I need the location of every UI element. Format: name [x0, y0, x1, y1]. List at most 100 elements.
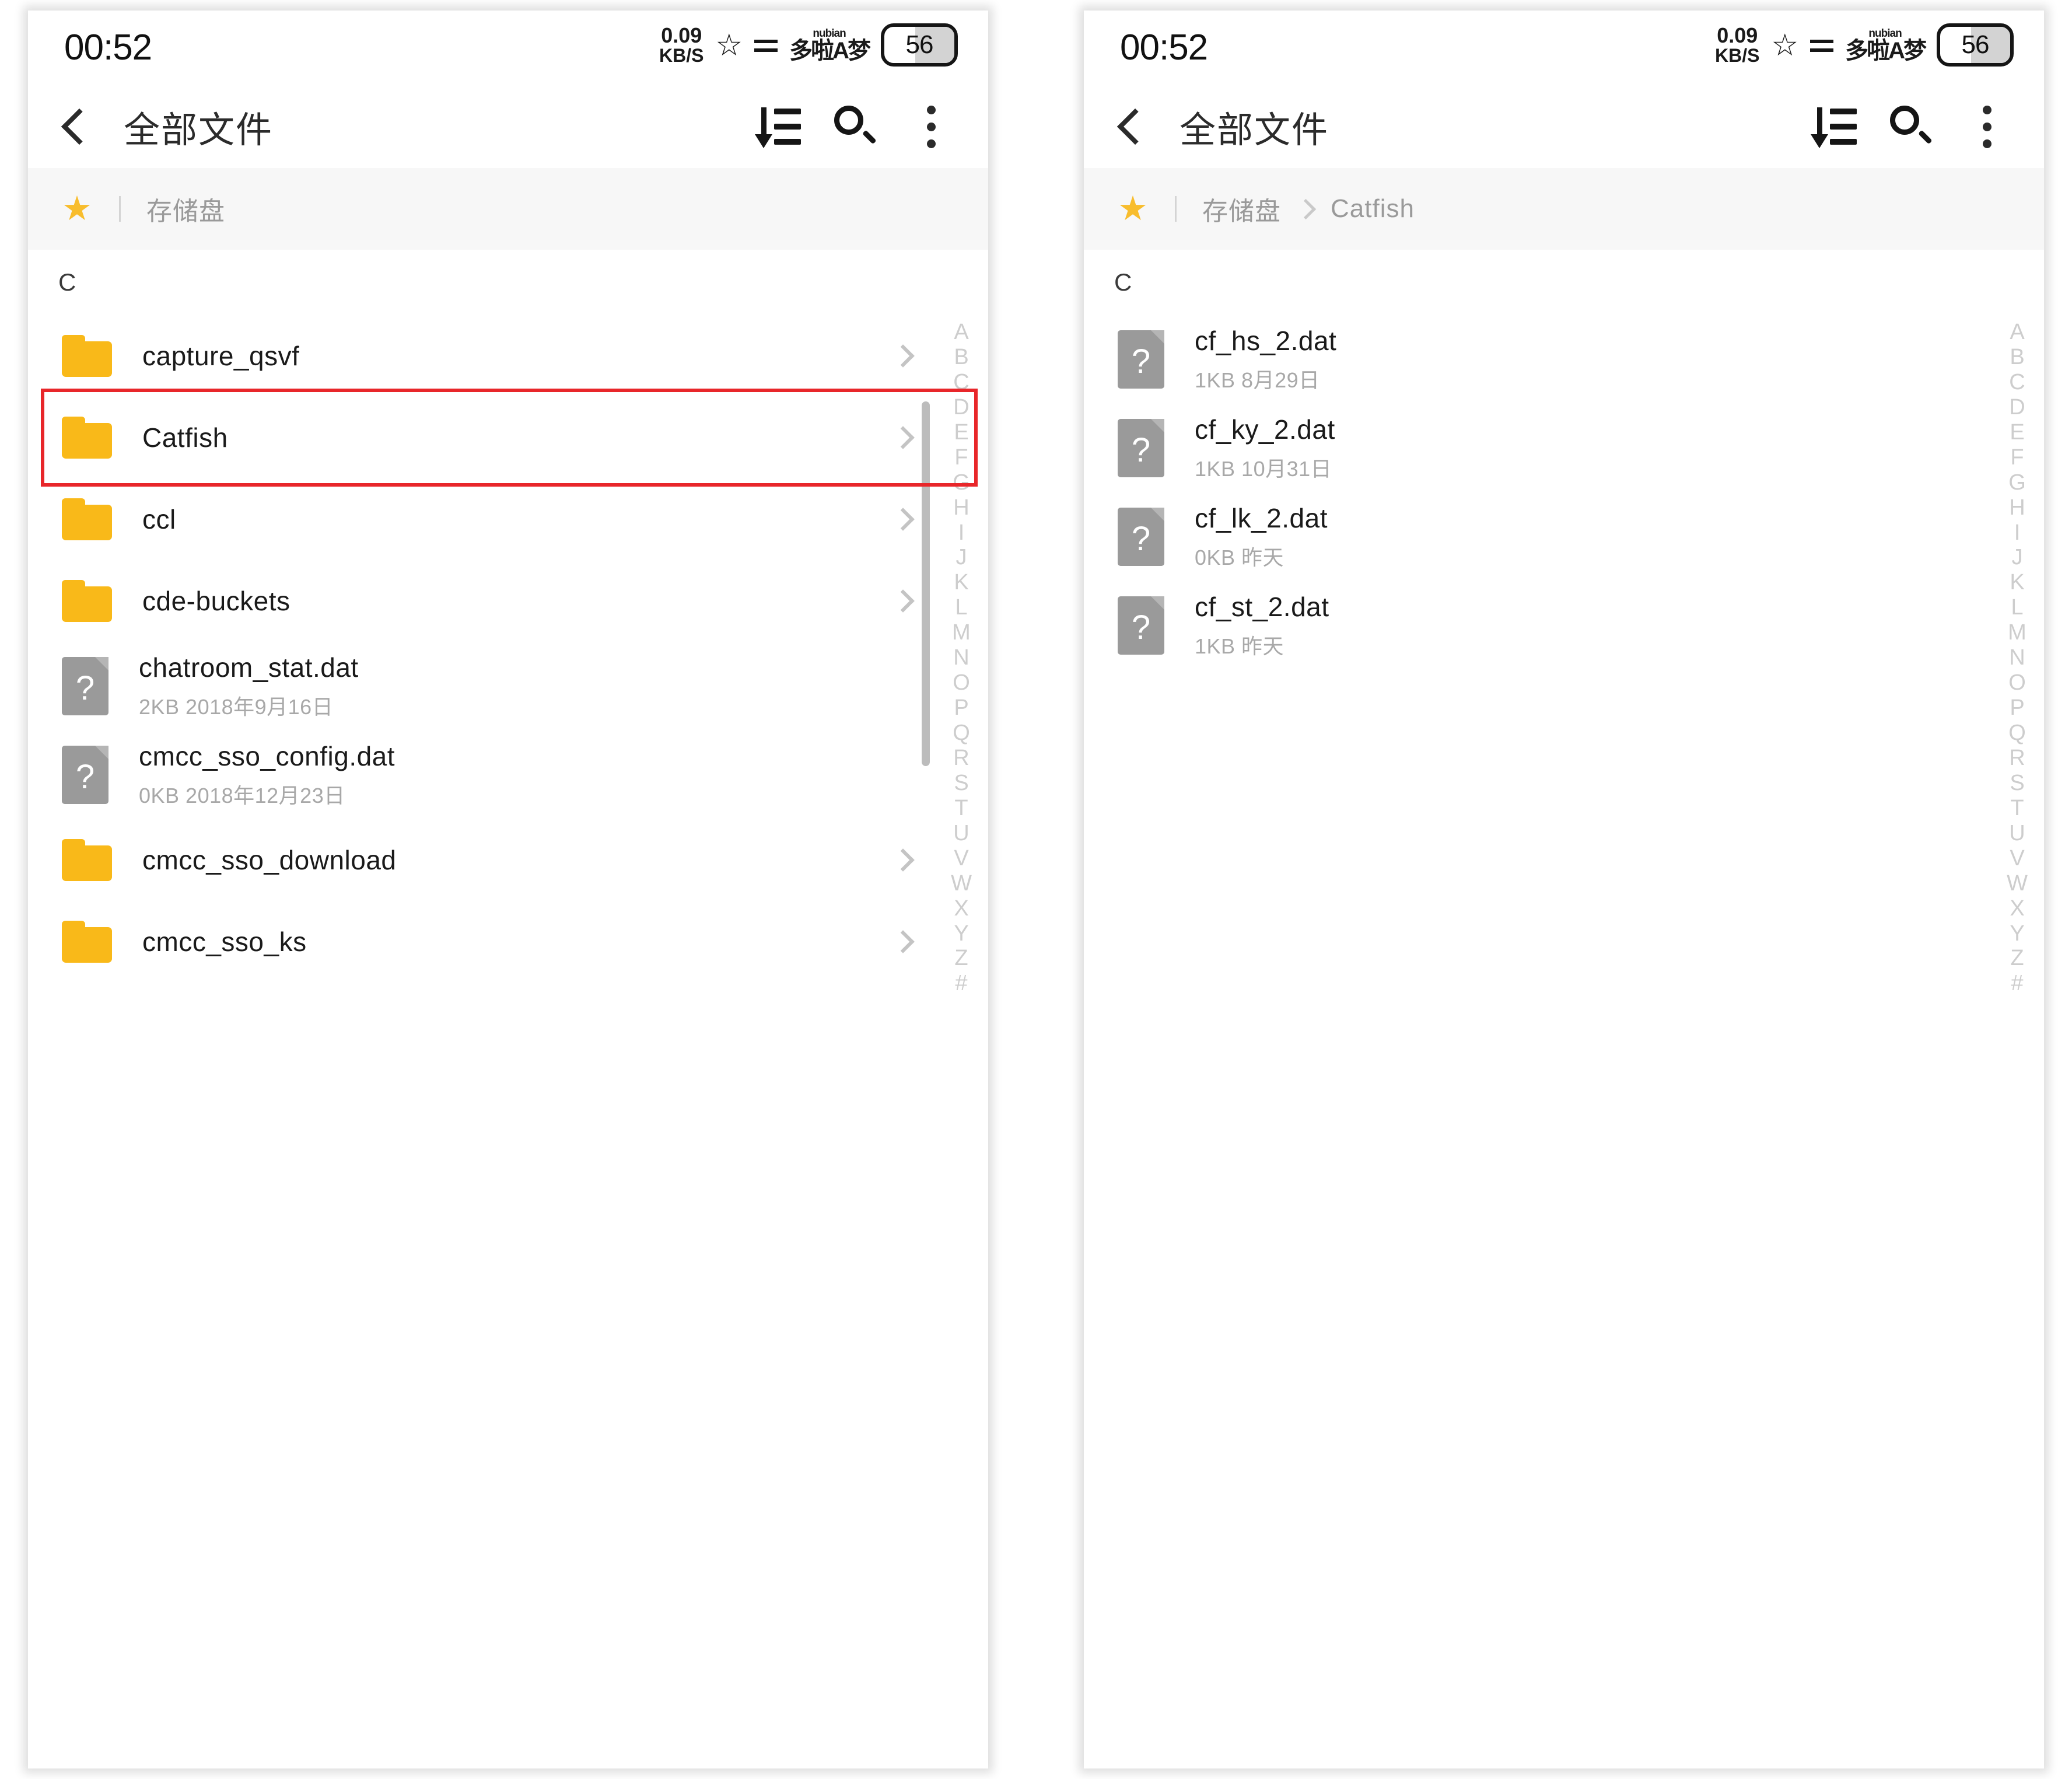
alphabet-index-letter[interactable]: Z [954, 946, 968, 971]
alphabet-index-letter[interactable]: T [954, 796, 968, 821]
alphabet-index-letter[interactable]: P [2010, 695, 2024, 721]
alphabet-index-letter[interactable]: A [954, 320, 968, 345]
breadcrumb-item[interactable]: 存储盘 [146, 190, 225, 228]
file-row[interactable]: ? cf_lk_2.dat 0KB 昨天 [1084, 492, 2044, 581]
alphabet-index-letter[interactable]: U [2009, 821, 2025, 846]
alphabet-index[interactable]: A B C D E F G H I J K L M N O P Q R S T U V W X Y Z # [945, 320, 978, 996]
alphabet-index-letter[interactable]: # [2011, 971, 2023, 996]
alphabet-index-letter[interactable]: L [955, 595, 967, 620]
alphabet-index-letter[interactable]: J [956, 545, 967, 570]
alphabet-index-letter[interactable]: # [955, 971, 967, 996]
file-row[interactable]: ? cmcc_sso_config.dat 0KB 2018年12月23日 [28, 731, 988, 819]
alphabet-index-letter[interactable]: N [953, 645, 969, 670]
folder-row[interactable]: cde-buckets [28, 560, 988, 642]
sort-button[interactable] [749, 96, 810, 157]
alphabet-index-letter[interactable]: L [2011, 595, 2023, 620]
folder-row[interactable]: cmcc_sso_ks [28, 901, 988, 983]
alphabet-index-letter[interactable]: S [954, 771, 968, 796]
alphabet-index-letter[interactable]: V [954, 846, 968, 871]
chevron-right-icon [891, 589, 915, 613]
alphabet-index-letter[interactable]: Y [2010, 921, 2024, 946]
alphabet-index-letter[interactable]: M [2008, 620, 2027, 645]
sort-button[interactable] [1805, 96, 1866, 157]
search-button[interactable] [825, 96, 886, 157]
back-button[interactable] [41, 92, 111, 162]
scrollbar-thumb[interactable] [922, 401, 930, 767]
alphabet-index-letter[interactable]: Y [954, 921, 968, 946]
search-button[interactable] [1881, 96, 1941, 157]
alphabet-index-letter[interactable]: R [953, 746, 969, 771]
folder-row[interactable]: cmcc_sso_download [28, 819, 988, 901]
folder-icon [62, 417, 112, 459]
battery-icon: 56 [881, 23, 958, 67]
alphabet-index-letter[interactable]: I [2014, 520, 2021, 546]
net-speed-value: 0.09 [661, 23, 702, 47]
alphabet-index-letter[interactable]: I [958, 520, 965, 546]
alphabet-index-letter[interactable]: X [2010, 896, 2024, 921]
folder-row[interactable]: ccl [28, 478, 988, 560]
alphabet-index-letter[interactable]: B [954, 345, 968, 370]
alphabet-index-letter[interactable]: M [952, 620, 971, 645]
alphabet-index-letter[interactable]: J [2012, 545, 2023, 570]
alphabet-index-letter[interactable]: W [951, 871, 972, 896]
alphabet-index-letter[interactable]: P [954, 695, 968, 721]
file-row[interactable]: ? cf_st_2.dat 1KB 昨天 [1084, 581, 2044, 670]
alphabet-index[interactable]: A B C D E F G H I J K L M N O P Q R S T U V W X Y Z # [2001, 320, 2034, 996]
alphabet-index-letter[interactable]: C [2009, 370, 2025, 395]
file-row[interactable]: ? chatroom_stat.dat 2KB 2018年9月16日 [28, 642, 988, 731]
alphabet-index-letter[interactable]: E [2010, 420, 2024, 445]
star-outline-icon: ☆ [715, 29, 743, 62]
alphabet-index-letter[interactable]: O [953, 670, 970, 695]
breadcrumb-item[interactable]: Catfish [1331, 194, 1415, 223]
breadcrumb: ★ 存储盘 [28, 168, 988, 250]
star-filled-icon[interactable]: ★ [62, 192, 92, 226]
alphabet-index-letter[interactable]: N [2009, 645, 2025, 670]
alphabet-index-letter[interactable]: D [2009, 395, 2025, 420]
alphabet-index-letter[interactable]: H [953, 495, 969, 520]
chevron-right-icon [891, 930, 915, 953]
overflow-menu-button[interactable] [901, 96, 961, 157]
alphabet-index-letter[interactable]: X [954, 896, 968, 921]
star-filled-icon[interactable]: ★ [1118, 192, 1148, 226]
scrollbar[interactable] [922, 250, 930, 1768]
alphabet-index-letter[interactable]: S [2010, 771, 2024, 796]
alphabet-index-letter[interactable]: V [2010, 846, 2024, 871]
alphabet-index-letter[interactable]: G [2008, 470, 2026, 495]
item-meta: 1KB 8月29日 [1195, 368, 1320, 392]
file-list-area[interactable]: C capture_qsvf Catfish ccl cde-buckets? chat… [28, 250, 988, 1768]
alphabet-index-letter[interactable]: H [2009, 495, 2025, 520]
kebab-menu-icon [1982, 105, 1992, 148]
item-name: cf_hs_2.dat [1195, 326, 1337, 356]
alphabet-index-letter[interactable]: D [953, 395, 969, 420]
alphabet-index-letter[interactable]: U [953, 821, 969, 846]
file-row[interactable]: ? cf_hs_2.dat 1KB 8月29日 [1084, 315, 2044, 404]
alphabet-index-letter[interactable]: G [953, 470, 970, 495]
alphabet-index-letter[interactable]: O [2008, 670, 2026, 695]
folder-row[interactable]: capture_qsvf [28, 315, 988, 397]
overflow-menu-button[interactable] [1957, 96, 2017, 157]
alphabet-index-letter[interactable]: Z [2010, 946, 2024, 971]
breadcrumb-item[interactable]: 存储盘 [1202, 190, 1281, 228]
folder-row[interactable]: Catfish [28, 397, 988, 478]
alphabet-index-letter[interactable]: B [2010, 345, 2024, 370]
alphabet-index-letter[interactable]: Q [953, 721, 970, 746]
alphabet-index-letter[interactable]: T [2010, 796, 2024, 821]
alphabet-index-letter[interactable]: F [954, 445, 968, 470]
file-list-area[interactable]: C ? cf_hs_2.dat 1KB 8月29日? cf_ky_2.dat 1KB 1… [1084, 250, 2044, 1768]
alphabet-index-letter[interactable]: K [954, 570, 968, 595]
alphabet-index-letter[interactable]: R [2009, 746, 2025, 771]
file-row[interactable]: ? cf_ky_2.dat 1KB 10月31日 [1084, 404, 2044, 492]
net-speed-unit: KB/S [659, 45, 704, 66]
item-meta: 1KB 昨天 [1195, 634, 1284, 658]
alphabet-index-letter[interactable]: Q [2008, 721, 2026, 746]
alphabet-index-letter[interactable]: E [954, 420, 968, 445]
alphabet-index-letter[interactable]: F [2010, 445, 2024, 470]
item-name: cmcc_sso_download [142, 845, 397, 875]
alphabet-index-letter[interactable]: W [2007, 871, 2028, 896]
app-bar-actions [1805, 96, 2017, 157]
alphabet-index-letter[interactable]: C [953, 370, 969, 395]
alphabet-index-letter[interactable]: A [2010, 320, 2024, 345]
alphabet-index-letter[interactable]: K [2010, 570, 2024, 595]
folder-icon [62, 921, 112, 963]
back-button[interactable] [1097, 92, 1167, 162]
